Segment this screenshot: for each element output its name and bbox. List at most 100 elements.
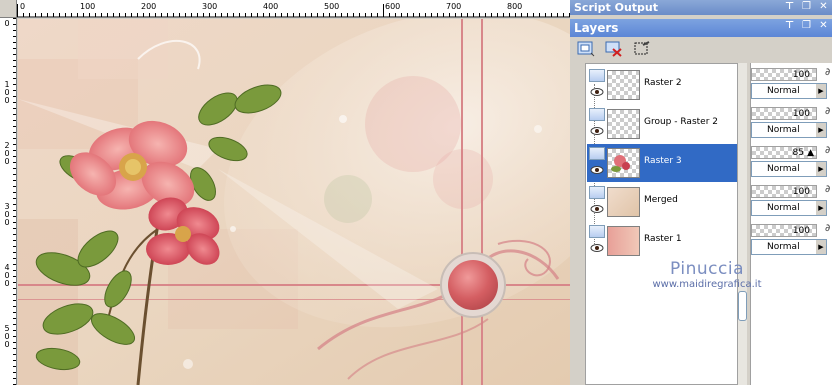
layers-title: Layers — [574, 21, 619, 35]
blend-mode-select[interactable]: Normal ▶ — [751, 83, 827, 99]
dropdown-arrow-icon[interactable]: ▶ — [816, 84, 826, 98]
opacity-value: 85 — [792, 148, 804, 158]
opacity-value: 100 — [792, 70, 810, 80]
blend-mode-select[interactable]: Normal ▶ — [751, 161, 827, 177]
canvas-area: 0 100 200 300 400 500 600 700 800 0 100 … — [0, 0, 570, 385]
link-icon[interactable]: ∂ — [825, 223, 832, 237]
watermark-url: www.maidiregrafica.it — [652, 279, 762, 290]
layer-name: Group - Raster 2 — [644, 117, 718, 127]
ruler-label: 300 — [4, 202, 10, 227]
opacity-slider[interactable]: 100 — [751, 107, 817, 120]
blend-mode-select[interactable]: Normal ▶ — [751, 122, 827, 138]
layers-scrollbar[interactable] — [738, 63, 747, 385]
link-icon[interactable]: ∂ — [825, 106, 832, 120]
layer-type-icon[interactable] — [589, 225, 605, 238]
ruler-label: 300 — [202, 2, 218, 11]
link-icon[interactable]: ∂ — [825, 145, 832, 159]
ruler-label: 600 — [385, 2, 401, 11]
layer-name: Raster 1 — [644, 234, 682, 244]
eye-icon[interactable] — [590, 127, 604, 135]
script-output-titlebar[interactable]: Script Output ⊤ ❐ ✕ — [570, 0, 832, 15]
blend-mode-value: Normal — [767, 125, 800, 135]
psp-workspace: 0 100 200 300 400 500 600 700 800 0 100 … — [0, 0, 832, 385]
opacity-slider[interactable]: 100 — [751, 68, 817, 81]
watermark: Pinuccia www.maidiregrafica.it — [627, 259, 787, 299]
dropdown-arrow-icon[interactable]: ▶ — [816, 240, 826, 254]
layer-type-icon[interactable] — [589, 186, 605, 199]
ruler-label: 0 — [4, 19, 10, 28]
opacity-value: 100 — [792, 187, 810, 197]
link-icon[interactable]: ∂ — [825, 184, 832, 198]
pin-icon[interactable]: ⊤ — [784, 20, 795, 31]
blend-mode-select[interactable]: Normal ▶ — [751, 239, 827, 255]
blend-mode-select[interactable]: Normal ▶ — [751, 200, 827, 216]
layer-name: Merged — [644, 195, 678, 205]
layer-properties-column: 100 ∂ Normal ▶ 100 ∂ Normal ▶ 85 ▲ ∂ Normal… — [750, 63, 832, 385]
opacity-value: 100 — [792, 226, 810, 236]
layer-thumbnail — [607, 109, 640, 139]
restore-icon[interactable]: ❐ — [801, 20, 812, 31]
ruler-label: 100 — [80, 2, 96, 11]
blend-mode-value: Normal — [767, 203, 800, 213]
delete-layer-icon[interactable] — [604, 40, 624, 58]
layer-row[interactable]: Raster 2 — [587, 66, 737, 104]
ruler-horizontal: 0 100 200 300 400 500 600 700 800 — [17, 0, 570, 18]
eye-icon[interactable] — [590, 88, 604, 96]
blend-mode-value: Normal — [767, 164, 800, 174]
script-output-title: Script Output — [574, 1, 659, 14]
pin-icon[interactable]: ⊤ — [784, 1, 795, 12]
layer-properties: 85 ▲ ∂ Normal ▶ — [751, 143, 832, 181]
opacity-slider[interactable]: 85 ▲ — [751, 146, 817, 159]
ruler-label: 200 — [4, 141, 10, 166]
layers-toolbar — [570, 37, 832, 61]
layer-type-icon[interactable] — [589, 69, 605, 82]
ruler-label: 0 — [20, 2, 26, 11]
opacity-slider[interactable]: 100 — [751, 224, 817, 237]
layer-properties: 100 ∂ Normal ▶ — [751, 104, 832, 142]
opacity-value: 100 — [792, 109, 810, 119]
layer-thumbnail — [607, 70, 640, 100]
watermark-name: Pinuccia — [670, 259, 744, 279]
ruler-label: 500 — [324, 2, 340, 11]
eye-icon[interactable] — [590, 205, 604, 213]
layer-properties: 100 ∂ Normal ▶ — [751, 221, 832, 259]
ruler-label: 700 — [446, 2, 462, 11]
ruler-label: 100 — [4, 80, 10, 105]
layer-row[interactable]: Group - Raster 2 — [587, 105, 737, 143]
layers-titlebar[interactable]: Layers ⊤ ❐ ✕ — [570, 19, 832, 37]
dropdown-arrow-icon[interactable]: ▶ — [816, 201, 826, 215]
layer-type-icon[interactable] — [589, 108, 605, 121]
layers-body: Raster 2 Group - Raster 2 Raster 3 Merge… — [570, 61, 832, 385]
layer-thumbnail — [607, 187, 640, 217]
ruler-label: 500 — [4, 324, 10, 349]
ruler-label: 800 — [507, 2, 523, 11]
canvas-image[interactable] — [18, 19, 570, 385]
layer-row[interactable]: Raster 1 — [587, 222, 737, 260]
slider-handle-icon[interactable]: ▲ — [807, 148, 814, 158]
close-icon[interactable]: ✕ — [818, 1, 829, 12]
opacity-slider[interactable]: 100 — [751, 185, 817, 198]
layer-name: Raster 3 — [644, 156, 682, 166]
layer-thumbnail — [607, 226, 640, 256]
ruler-vertical: 0 100 200 300 400 500 — [0, 18, 17, 385]
layer-type-icon[interactable] — [589, 147, 605, 160]
edit-selection-icon[interactable] — [632, 40, 652, 58]
layer-list: Raster 2 Group - Raster 2 Raster 3 Merge… — [585, 63, 738, 385]
layer-name: Raster 2 — [644, 78, 682, 88]
dropdown-arrow-icon[interactable]: ▶ — [816, 123, 826, 137]
new-raster-layer-icon[interactable] — [576, 40, 596, 58]
ruler-label: 200 — [141, 2, 157, 11]
ruler-label: 400 — [4, 263, 10, 288]
blend-mode-value: Normal — [767, 242, 800, 252]
layer-row-selected[interactable]: Raster 3 — [587, 144, 737, 182]
dropdown-arrow-icon[interactable]: ▶ — [816, 162, 826, 176]
link-icon[interactable]: ∂ — [825, 67, 832, 81]
layer-thumbnail — [607, 148, 640, 178]
close-icon[interactable]: ✕ — [818, 20, 829, 31]
eye-icon[interactable] — [590, 166, 604, 174]
restore-icon[interactable]: ❐ — [801, 1, 812, 12]
eye-icon[interactable] — [590, 244, 604, 252]
blend-mode-value: Normal — [767, 86, 800, 96]
layer-row[interactable]: Merged — [587, 183, 737, 221]
ruler-corner — [0, 0, 17, 18]
